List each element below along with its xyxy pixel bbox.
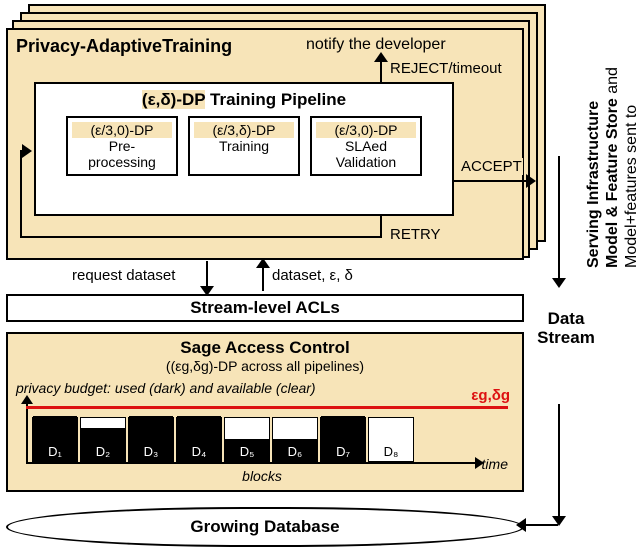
privacy-adaptive-training-panel: Privacy-Adaptive Training notify the dev… [6,28,524,260]
request-dataset-label: request dataset [72,267,175,284]
output-arrow-1-head [552,278,566,288]
budget-bar: D₄ [176,417,222,462]
retry-arrow-v1 [380,216,382,238]
reject-arrow-head [374,52,388,62]
stage-training: (ε/3,δ)-DP Training [188,116,300,176]
stage3-dp: (ε/3,0)-DP [316,122,416,138]
accept-arrow-head [526,174,536,188]
data-stream-label: Data Stream [536,310,596,347]
budget-bar: D₆ [272,417,318,462]
title-highlight: Privacy-Adaptive [16,36,162,57]
stage3-l2: Validation [336,154,396,170]
chart-y-axis [26,400,28,464]
stage-preprocessing: (ε/3,0)-DP Pre- processing [66,116,178,176]
dp-training-pipeline-box: (ε,δ)-DP Training Pipeline (ε/3,0)-DP Pr… [34,82,454,216]
budget-bar: D₅ [224,417,270,462]
budget-bar: D₈ [368,417,414,462]
out-line2a: Model & Feature Store [604,98,621,268]
budget-bar-label: D₄ [177,444,221,459]
stream-acl-label: Stream-level ACLs [190,298,340,317]
retry-arrow-h [20,236,382,238]
stage1-l2: processing [88,154,156,170]
out-line1a: Model+features [623,157,640,268]
budget-bar-label: D₇ [321,444,365,459]
out-line3a: Serving Infrastructure [585,101,602,268]
budget-bar-label: D₁ [33,444,77,459]
budget-bar: D₃ [128,417,174,462]
output-destination-label: Serving Infrastructure Model & Feature S… [584,8,640,268]
accept-arrow-line [454,180,530,182]
sage-subtitle: ((εg,δg)-DP across all pipelines) [16,358,514,374]
data-stream-a: Data [548,309,585,328]
stage-validation: (ε/3,0)-DP SLAed Validation [310,116,422,176]
chart-y-axis-head [21,395,33,404]
pipeline-title-rest: Training Pipeline [205,90,346,109]
database-label: Growing Database [190,517,339,536]
stage2-dp: (ε/3,δ)-DP [194,122,294,138]
reject-label: REJECT/timeout [390,60,502,77]
pipeline-stages: (ε/3,0)-DP Pre- processing (ε/3,δ)-DP Tr… [44,116,444,176]
dataset-arrow-head [256,258,270,268]
budget-bar: D₁ [32,417,78,462]
budget-bar: D₂ [80,417,126,462]
retry-label: RETRY [390,226,441,243]
growing-database: Growing Database [6,507,524,547]
budget-bar: D₇ [320,417,366,462]
data-stream-arrow [558,404,560,520]
privacy-budget-chart: εg,δg D₁D₂D₃D₄D₅D₆D₇D₈ time blocks [16,400,508,480]
chart-x-axis [26,462,478,464]
chart-bars: D₁ D₂ D₃ D₄ D₅ D₆ D₇ D₈ [32,417,414,462]
stage1-l1: Pre- [109,138,135,154]
retry-arrow-head [22,144,32,158]
stage3-l1: SLAed [345,138,387,154]
out-line2b: and [604,67,621,98]
data-stream-b: Stream [537,328,595,347]
budget-bar-label: D₅ [225,444,269,459]
sage-access-control-panel: Sage Access Control ((εg,δg)-DP across a… [6,332,524,492]
budget-threshold-label: εg,δg [471,387,510,404]
budget-bar-label: D₆ [273,444,317,459]
pipeline-title: (ε,δ)-DP Training Pipeline [44,90,444,110]
pipeline-title-dp: (ε,δ)-DP [142,90,205,109]
title-plain: Training [162,36,232,57]
output-arrow-1 [558,156,560,282]
out-line1b: sent to [623,105,640,157]
stage1-dp: (ε/3,0)-DP [72,122,172,138]
budget-bar-label: D₂ [81,444,125,459]
budget-bar-label: D₃ [129,444,173,459]
accept-label: ACCEPT [460,158,523,175]
stream-level-acls-box: Stream-level ACLs [6,294,524,322]
budget-threshold-line [26,406,508,409]
sage-title: Sage Access Control [16,338,514,358]
into-db-arrow [522,524,558,526]
retry-arrow-v2 [20,150,22,238]
dataset-return-label: dataset, ε, δ [272,267,353,284]
budget-legend: privacy budget: used (dark) and availabl… [16,380,514,396]
stage2-l1: Training [219,138,269,154]
blocks-axis-label: blocks [16,468,508,484]
budget-bar-label: D₈ [369,444,413,459]
into-db-arrow-head [516,518,526,532]
